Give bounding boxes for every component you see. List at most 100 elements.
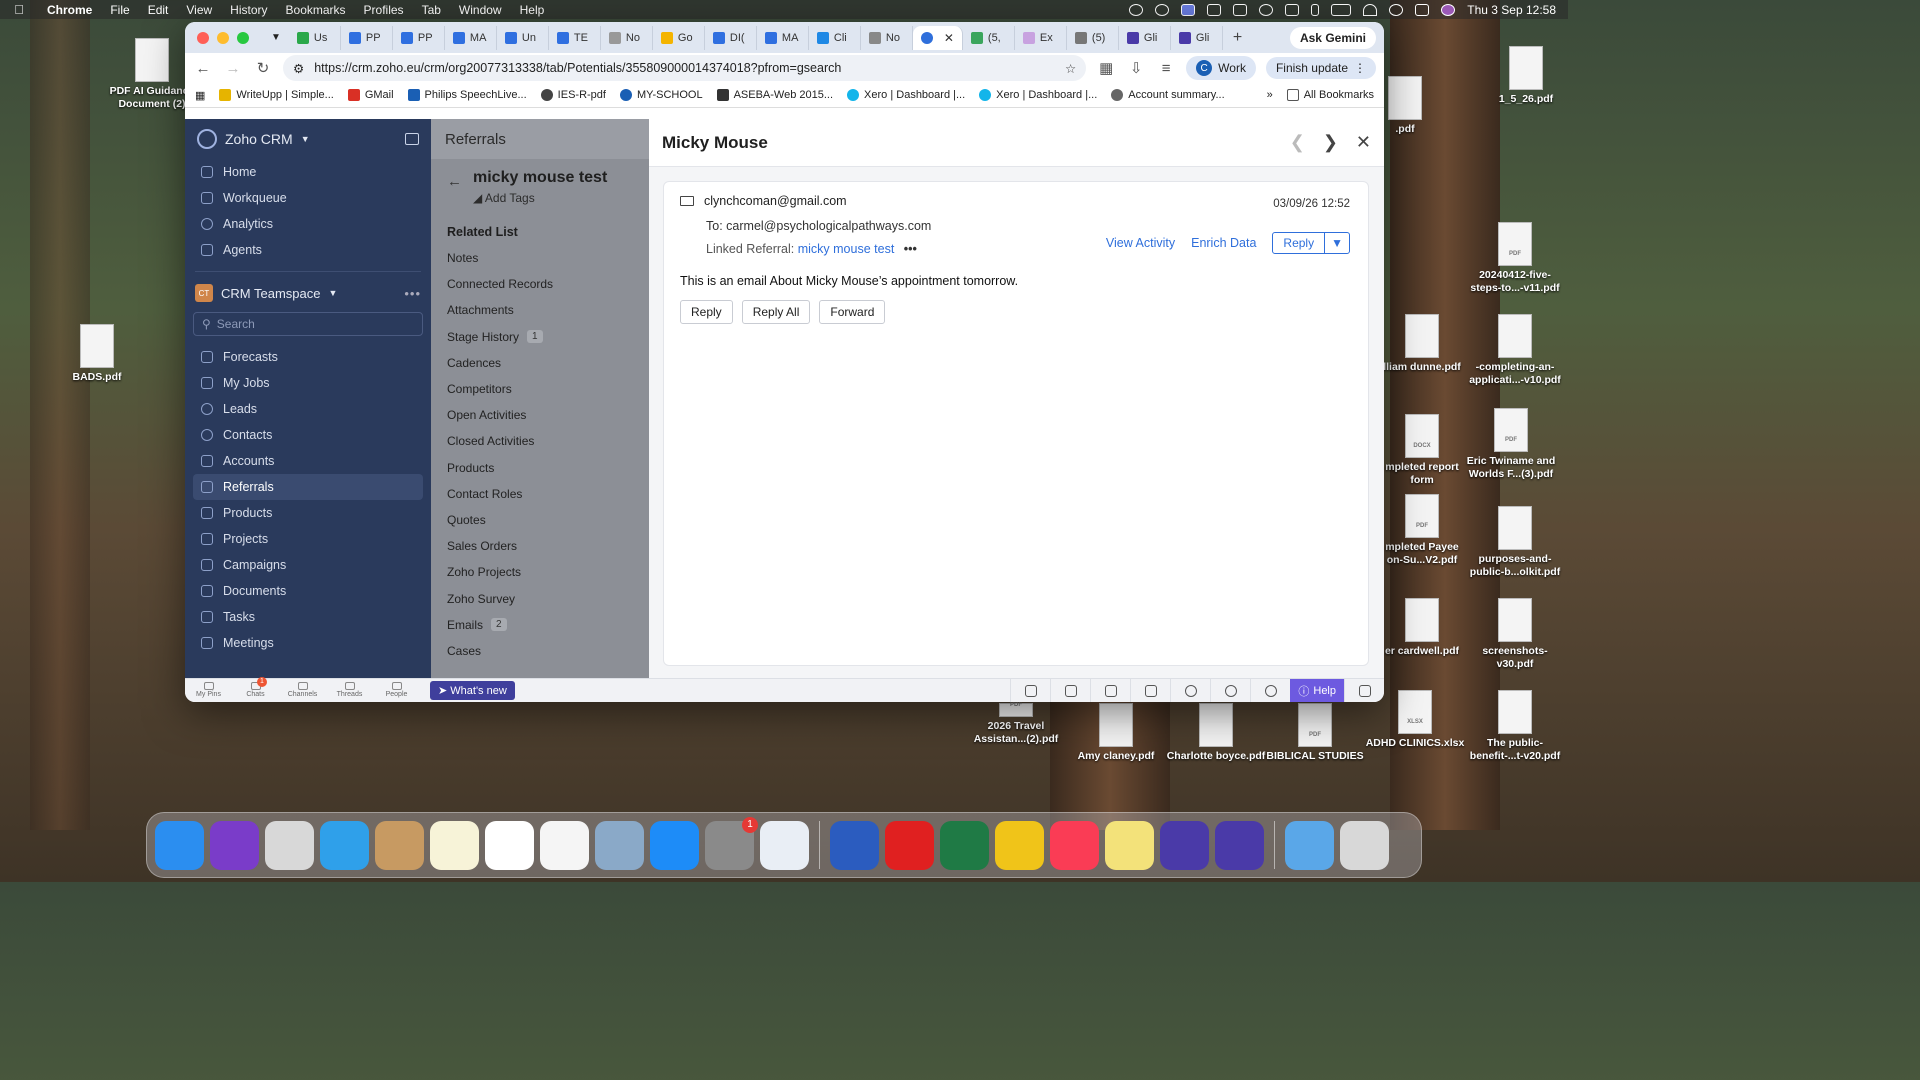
tool-button[interactable] [1130, 678, 1170, 702]
forward-button[interactable]: Forward [819, 300, 886, 324]
sidebar-item-agents[interactable]: Agents [185, 237, 431, 263]
url-text[interactable]: https://crm.zoho.eu/crm/org20077313338/t… [314, 61, 841, 75]
browser-tab[interactable]: MA [757, 25, 809, 50]
extensions-icon[interactable]: ▦ [1096, 59, 1116, 77]
siri-icon[interactable] [210, 820, 259, 870]
app-g2-icon[interactable] [1215, 820, 1264, 870]
close-tab-icon[interactable]: ✕ [944, 31, 954, 45]
sidebar-item-contacts[interactable]: Contacts [185, 422, 431, 448]
sidebar-item-campaigns[interactable]: Campaigns [185, 552, 431, 578]
browser-tab[interactable]: PP [341, 25, 393, 50]
more-bookmarks-icon[interactable]: » [1267, 89, 1273, 101]
clock[interactable]: Thu 3 Sep 12:58 [1467, 3, 1556, 17]
menu-bookmarks[interactable]: Bookmarks [277, 3, 355, 17]
desktop-file[interactable]: PDF 2026 Travel Assistan...(2).pdf [966, 702, 1066, 746]
desktop-file[interactable]: lliam dunne.pdf [1380, 314, 1464, 374]
desktop-file[interactable]: screenshots-v30.pdf [1465, 598, 1565, 671]
play-icon[interactable] [1259, 3, 1274, 16]
chevron-down-icon[interactable]: ▼ [1324, 233, 1349, 253]
bookmark-item[interactable]: Account summary... [1111, 89, 1225, 101]
browser-tab[interactable]: DI( [705, 25, 757, 50]
desktop-file[interactable]: Amy claney.pdf [1066, 703, 1166, 763]
sidebar-item-tasks[interactable]: Tasks [185, 604, 431, 630]
sidebar-item-meetings[interactable]: Meetings [185, 630, 431, 656]
desktop-file[interactable]: 1_5_26.pdf [1476, 46, 1576, 106]
close-icon[interactable]: ✕ [1356, 132, 1371, 153]
preview-icon[interactable] [595, 820, 644, 870]
downloads-icon[interactable] [1285, 820, 1334, 870]
screen-mirroring-icon[interactable] [1181, 3, 1196, 16]
view-activity-link[interactable]: View Activity [1106, 236, 1175, 250]
acrobat-icon[interactable] [885, 820, 934, 870]
reading-list-icon[interactable]: ≡ [1156, 60, 1176, 77]
bookmark-item[interactable]: Xero | Dashboard |... [979, 89, 1097, 101]
system-settings-icon[interactable]: 1 [705, 816, 758, 870]
grammarly-icon[interactable] [1155, 3, 1170, 16]
sidebar-item-leads[interactable]: Leads [185, 396, 431, 422]
whats-new-button[interactable]: ➤ What's new [430, 681, 515, 700]
browser-tab[interactable]: Un [497, 25, 549, 50]
related-item[interactable]: Products [431, 455, 611, 481]
bluetooth-icon[interactable] [1311, 3, 1320, 16]
related-item[interactable]: Cases [431, 638, 611, 664]
sidebar-item-products[interactable]: Products [185, 500, 431, 526]
minimize-window-button[interactable] [217, 31, 229, 44]
desktop-file[interactable]: Charlotte boyce.pdf [1166, 703, 1266, 763]
browser-tab[interactable]: Gli [1119, 25, 1171, 50]
linked-referral-link[interactable]: micky mouse test [798, 242, 895, 256]
related-item[interactable]: Zoho Projects [431, 559, 611, 585]
app-flower-icon[interactable] [1105, 820, 1154, 870]
sidebar-item-projects[interactable]: Projects [185, 526, 431, 552]
reply-button[interactable]: Reply [680, 300, 733, 324]
related-item[interactable]: Contact Roles [431, 481, 611, 507]
apple-icon[interactable]:  [0, 2, 38, 17]
music-icon[interactable] [1050, 820, 1099, 870]
all-bookmarks-button[interactable]: All Bookmarks [1286, 89, 1374, 101]
related-item[interactable]: Closed Activities [431, 428, 611, 454]
browser-tab[interactable]: Gli [1171, 25, 1223, 50]
desktop-file[interactable]: The public-benefit-...t-v20.pdf [1465, 690, 1565, 763]
related-item[interactable]: Sales Orders [431, 533, 611, 559]
chevron-down-icon[interactable]: ▼ [301, 134, 310, 144]
collapse-sidebar-icon[interactable] [405, 133, 419, 145]
sidebar-item-forecasts[interactable]: Forecasts [185, 344, 431, 370]
browser-tab[interactable]: Ex [1015, 25, 1067, 50]
menu-app-name[interactable]: Chrome [38, 3, 101, 17]
tool-button[interactable] [1170, 678, 1210, 702]
wifi-icon[interactable] [1363, 3, 1378, 16]
contacts-icon[interactable] [375, 820, 424, 870]
sidebar-item-analytics[interactable]: Analytics [185, 211, 431, 237]
browser-tab-active[interactable]: ✕ [912, 25, 963, 50]
bookmark-item[interactable]: Philips SpeechLive... [407, 89, 527, 101]
forward-button[interactable]: → [223, 60, 243, 77]
app-store-icon[interactable] [650, 820, 699, 870]
notification-icon[interactable] [1233, 3, 1248, 16]
browser-tab[interactable]: No [601, 25, 653, 50]
related-item[interactable]: Cadences [431, 350, 611, 376]
desktop-file[interactable]: BADS.pdf [47, 324, 147, 384]
site-info-icon[interactable]: ⚙ [293, 61, 304, 76]
menu-window[interactable]: Window [450, 3, 511, 17]
related-item[interactable]: Stage History 1 [431, 324, 611, 350]
menu-edit[interactable]: Edit [139, 3, 178, 17]
browser-tab[interactable]: Go [653, 25, 705, 50]
browser-tab[interactable]: Us [289, 25, 341, 50]
desktop-file[interactable]: PDF mpleted Payee on-Su...V2.pdf [1380, 494, 1464, 567]
sidebar-item-workqueue[interactable]: Workqueue [185, 185, 431, 211]
desktop-file[interactable]: DOCX mpleted report form [1380, 414, 1464, 487]
related-item[interactable]: Open Activities [431, 402, 611, 428]
chats-button[interactable]: Chats 1 [232, 677, 279, 699]
desktop-file[interactable]: purposes-and-public-b...olkit.pdf [1465, 506, 1565, 579]
tool-button[interactable] [1344, 678, 1384, 702]
bookmark-item[interactable]: MY-SCHOOL [619, 89, 703, 101]
browser-tab[interactable]: Cli [809, 25, 861, 50]
bookmark-item[interactable]: GMail [347, 89, 394, 101]
channels-button[interactable]: Channels [279, 682, 326, 699]
add-tags-button[interactable]: ◢ Add Tags [473, 191, 636, 205]
sidebar-item-home[interactable]: Home [185, 159, 431, 185]
browser-tab[interactable]: (5, [963, 25, 1015, 50]
siri-icon[interactable] [1441, 3, 1456, 16]
related-item[interactable]: Attachments [431, 297, 611, 323]
desktop-file[interactable]: -completing-an-applicati...-v10.pdf [1465, 314, 1565, 387]
menu-file[interactable]: File [101, 3, 138, 17]
